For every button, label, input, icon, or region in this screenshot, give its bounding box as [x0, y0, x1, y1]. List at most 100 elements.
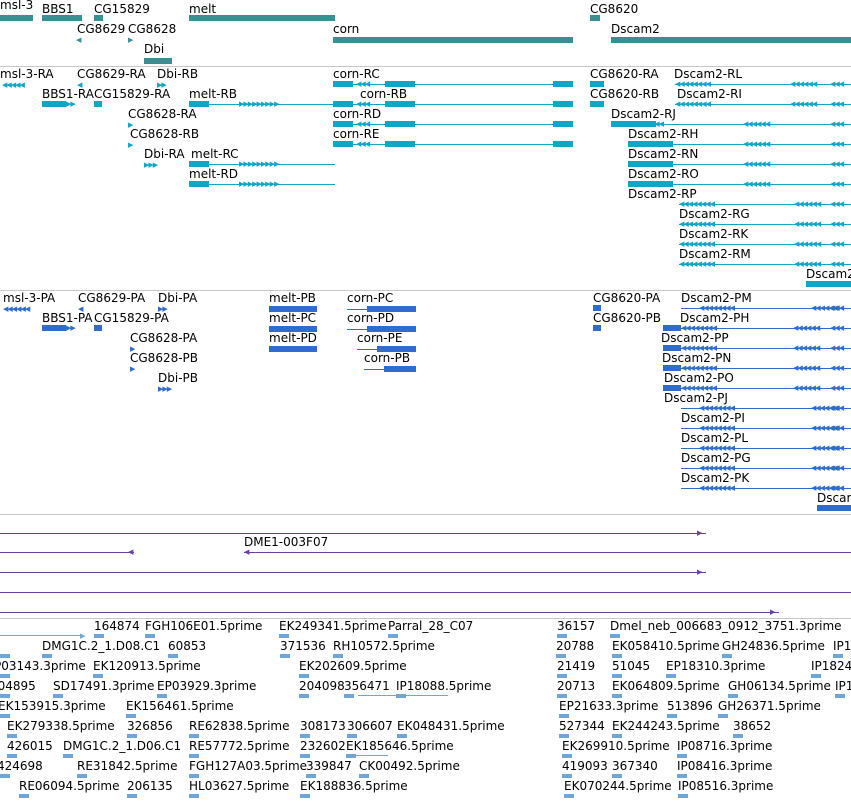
cds-block[interactable]: [367, 326, 416, 332]
est-feature[interactable]: [145, 634, 155, 638]
est-feature[interactable]: [344, 694, 354, 698]
cds-block[interactable]: [817, 505, 851, 511]
est-feature[interactable]: [0, 714, 10, 718]
exon-block[interactable]: [553, 81, 573, 87]
est-feature[interactable]: [189, 754, 199, 758]
exon-block[interactable]: [385, 101, 415, 107]
est-feature[interactable]: [279, 634, 289, 638]
est-feature[interactable]: [189, 794, 199, 798]
est-feature[interactable]: [157, 694, 167, 698]
est-feature[interactable]: [564, 794, 574, 798]
gene-feature[interactable]: [144, 58, 172, 64]
est-feature[interactable]: [299, 694, 309, 698]
est-feature[interactable]: [559, 734, 569, 738]
exon-block[interactable]: [333, 81, 353, 87]
est-feature[interactable]: [189, 774, 199, 778]
est-feature[interactable]: [19, 794, 29, 798]
est-feature[interactable]: [612, 774, 622, 778]
est-feature[interactable]: [612, 734, 622, 738]
exon-block[interactable]: [385, 121, 415, 127]
est-feature[interactable]: [93, 674, 103, 678]
est-feature[interactable]: [388, 634, 398, 638]
est-feature[interactable]: [397, 734, 407, 738]
exon-block[interactable]: [333, 121, 353, 127]
est-feature[interactable]: [127, 794, 137, 798]
est-feature[interactable]: [280, 654, 290, 658]
protein-track[interactable]: msl-3-PA CG8629-PA Dbi-PA melt-PB corn-PC CG8…: [0, 291, 851, 514]
est-feature[interactable]: [347, 734, 357, 738]
exon-block[interactable]: [806, 281, 851, 287]
est-feature[interactable]: [718, 714, 728, 718]
gene-feature[interactable]: [189, 15, 335, 21]
est-feature[interactable]: [189, 734, 199, 738]
est-feature[interactable]: [677, 754, 687, 758]
exon-block[interactable]: [385, 81, 415, 87]
est-feature[interactable]: [610, 634, 620, 638]
est-feature[interactable]: [42, 654, 52, 658]
est-feature[interactable]: [7, 734, 17, 738]
est-feature[interactable]: [612, 654, 622, 658]
gene-feature[interactable]: [0, 15, 33, 21]
cds-block[interactable]: [94, 325, 102, 331]
est-feature[interactable]: [835, 694, 845, 698]
est-feature[interactable]: [300, 794, 310, 798]
exon-block[interactable]: [590, 81, 604, 87]
est-feature[interactable]: [556, 654, 566, 658]
est-feature[interactable]: [678, 794, 688, 798]
gene-feature[interactable]: [42, 15, 82, 21]
gene-feature[interactable]: [94, 15, 103, 21]
cds-block[interactable]: [367, 306, 416, 312]
exon-block[interactable]: [189, 101, 209, 107]
cds-block[interactable]: [384, 366, 416, 372]
est-feature[interactable]: [7, 754, 17, 758]
est-feature[interactable]: [94, 634, 104, 638]
est-feature[interactable]: [722, 654, 732, 658]
est-feature[interactable]: [126, 714, 136, 718]
cds-block[interactable]: [377, 346, 416, 352]
est-feature[interactable]: [666, 674, 676, 678]
est-feature[interactable]: [333, 654, 343, 658]
est-feature[interactable]: [300, 734, 310, 738]
cds-block[interactable]: [269, 306, 317, 312]
est-feature[interactable]: [557, 694, 567, 698]
exon-block[interactable]: [333, 101, 353, 107]
exon-block[interactable]: [553, 101, 573, 107]
est-feature[interactable]: [359, 774, 369, 778]
est-feature[interactable]: [300, 754, 310, 758]
est-feature[interactable]: [833, 654, 843, 658]
cds-block[interactable]: [593, 325, 601, 331]
est-feature[interactable]: [677, 774, 687, 778]
gene-track[interactable]: msl-3 BBS1 CG15829 melt CG8620 CG8629 CG8628 co…: [0, 0, 851, 66]
est-feature[interactable]: [0, 654, 10, 658]
exon-block[interactable]: [590, 101, 604, 107]
cds-block[interactable]: [42, 325, 66, 331]
exon-block[interactable]: [189, 181, 209, 187]
gene-feature[interactable]: [590, 15, 600, 21]
gene-feature[interactable]: [333, 37, 573, 43]
cds-block[interactable]: [269, 346, 317, 352]
est-feature[interactable]: [0, 774, 10, 778]
exon-block[interactable]: [189, 161, 209, 167]
est-feature[interactable]: [562, 774, 572, 778]
est-feature[interactable]: [557, 674, 567, 678]
exon-block[interactable]: [333, 141, 353, 147]
est-feature[interactable]: [667, 714, 677, 718]
est-feature[interactable]: [53, 694, 63, 698]
est-feature[interactable]: [168, 654, 178, 658]
exon-block[interactable]: [553, 141, 573, 147]
est-feature[interactable]: [63, 754, 73, 758]
est-feature[interactable]: [728, 694, 738, 698]
est-feature[interactable]: [0, 694, 10, 698]
exon-block[interactable]: [42, 101, 66, 107]
est-feature[interactable]: [127, 734, 137, 738]
exon-block[interactable]: [385, 141, 415, 147]
est-feature[interactable]: [557, 634, 567, 638]
est-feature[interactable]: [77, 774, 87, 778]
cds-block[interactable]: [593, 305, 601, 311]
mrna-track[interactable]: msl-3-RA CG8629-RA Dbi-RB corn-RC CG8620-RA D…: [0, 67, 851, 290]
est-feature[interactable]: [299, 674, 309, 678]
genome-browser-view[interactable]: msl-3 BBS1 CG15829 melt CG8620 CG8629 CG8628 co…: [0, 0, 851, 802]
est-feature[interactable]: [559, 714, 569, 718]
exon-block[interactable]: [553, 121, 573, 127]
est-feature[interactable]: [733, 734, 743, 738]
